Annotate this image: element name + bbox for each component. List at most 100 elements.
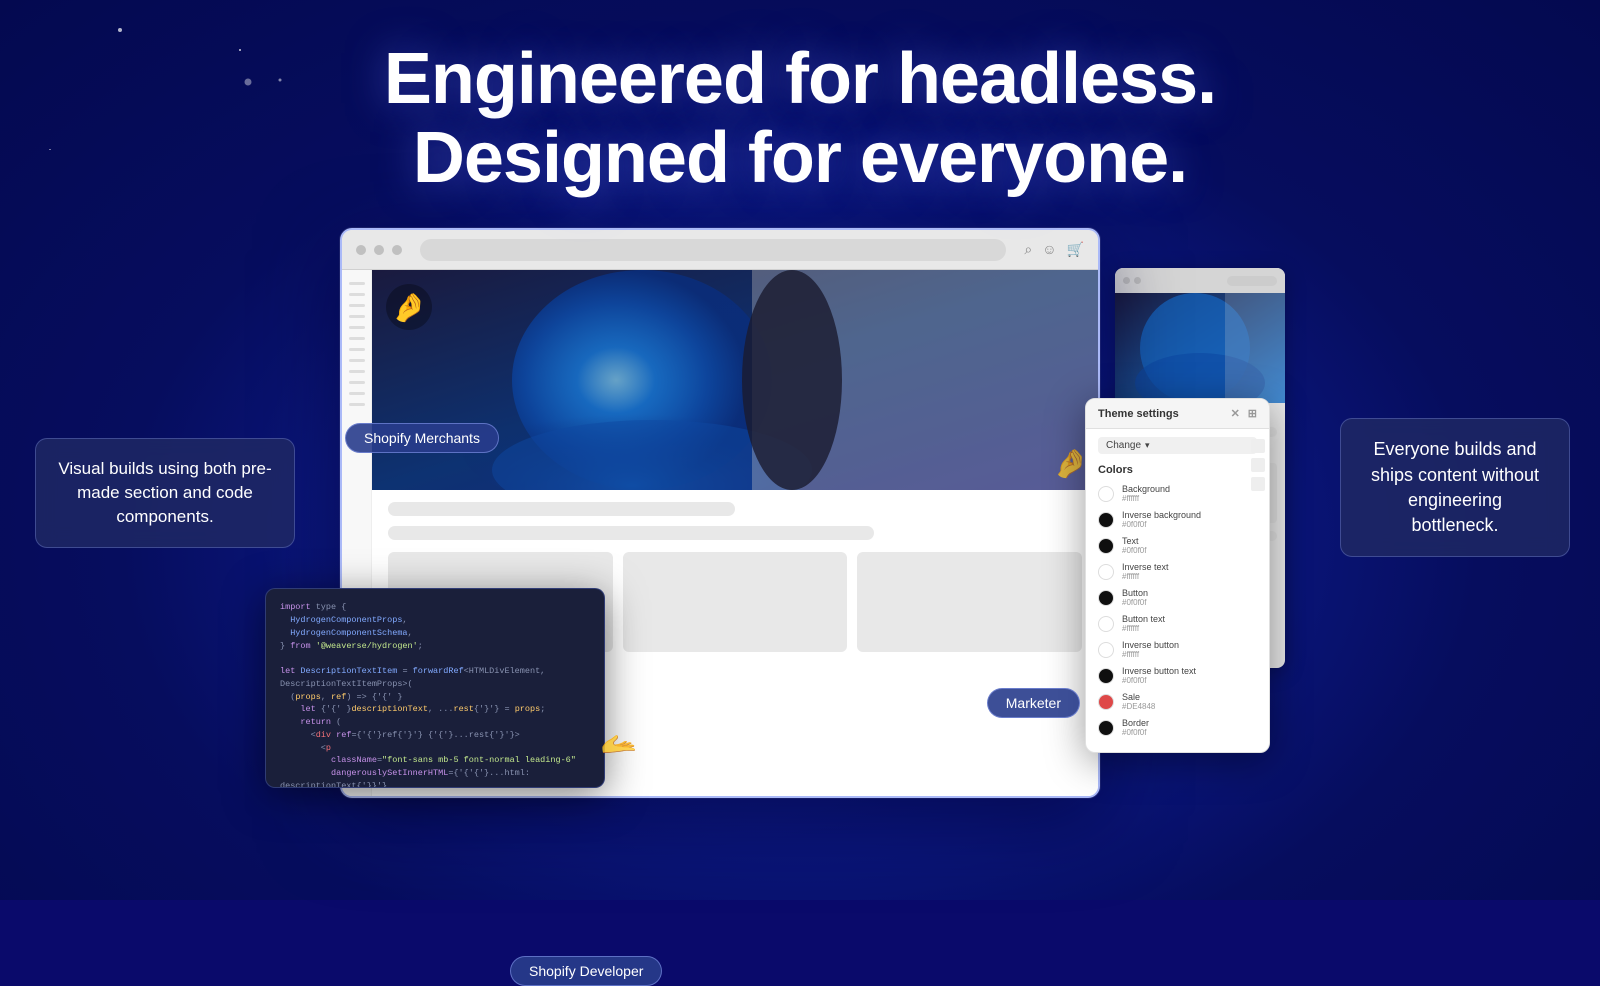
- swatch-background[interactable]: [1098, 486, 1114, 502]
- product-card-2: [623, 552, 848, 652]
- settings-icon: ☺: [1042, 241, 1056, 258]
- right-browser-bar: [1115, 268, 1285, 293]
- title-line1: Engineered for headless.: [384, 39, 1216, 119]
- color-info-button: Button #0f0f0f: [1122, 588, 1257, 607]
- color-item-button-text: Button text #ffffff: [1098, 614, 1257, 633]
- nav-line-11: [349, 392, 365, 395]
- right-thumb-hero: [1115, 293, 1285, 403]
- code-line-1: import type {: [280, 601, 590, 614]
- color-item-inverse-bg: Inverse background #0f0f0f: [1098, 510, 1257, 529]
- rb-dot-2: [1134, 277, 1141, 284]
- theme-panel-title: Theme settings: [1098, 408, 1179, 420]
- swatch-button[interactable]: [1098, 590, 1114, 606]
- browser-url-bar: [420, 239, 1006, 261]
- browser-nav-icons: ⌕ ☺ 🛒: [1024, 241, 1084, 258]
- product-card-3: [857, 552, 1082, 652]
- swatch-inverse-button-text[interactable]: [1098, 668, 1114, 684]
- color-item-inverse-button-text: Inverse button text #0f0f0f: [1098, 666, 1257, 685]
- color-info-button-text: Button text #ffffff: [1122, 614, 1257, 633]
- swatch-text[interactable]: [1098, 538, 1114, 554]
- code-line-10: <div ref={'{'}ref{'}'} {'{'}...rest{'}'}…: [280, 729, 590, 742]
- code-editor: import type { HydrogenComponentProps, Hy…: [265, 588, 605, 788]
- search-icon: ⌕: [1024, 241, 1032, 258]
- code-line-3: HydrogenComponentSchema,: [280, 627, 590, 640]
- browser-dot-2: [374, 245, 384, 255]
- theme-panel-body: Change ▾ Colors Background #ffffff Inver…: [1086, 429, 1269, 752]
- nav-line-3: [349, 304, 365, 307]
- color-info-sale: Sale #DE4848: [1122, 692, 1257, 711]
- theme-panel: Theme settings ✕ ⊞ Change ▾ Colors: [1085, 398, 1270, 753]
- color-item-sale: Sale #DE4848: [1098, 692, 1257, 711]
- nav-line-1: [349, 282, 365, 285]
- color-info-inverse-text: Inverse text #ffffff: [1122, 562, 1257, 581]
- color-info-inverse-button-text: Inverse button text #0f0f0f: [1122, 666, 1257, 685]
- shopify-developer-badge: Shopify Developer: [510, 956, 662, 986]
- color-info-inverse-bg: Inverse background #0f0f0f: [1122, 510, 1257, 529]
- panel-side-icon-2: [1251, 458, 1265, 472]
- color-item-background: Background #ffffff: [1098, 484, 1257, 503]
- panel-expand-icon: ⊞: [1248, 407, 1257, 420]
- swatch-inverse-button[interactable]: [1098, 642, 1114, 658]
- title-line2: Designed for everyone.: [413, 118, 1187, 198]
- code-line-12: className="font-sans mb-5 font-normal le…: [280, 754, 590, 767]
- swatch-sale[interactable]: [1098, 694, 1114, 710]
- nav-line-7: [349, 348, 365, 351]
- title-section: Engineered for headless. Designed for ev…: [384, 40, 1216, 198]
- color-item-button: Button #0f0f0f: [1098, 588, 1257, 607]
- code-line-6: let DescriptionTextItem = forwardRef<HTM…: [280, 665, 590, 691]
- panel-side-icon-3: [1251, 477, 1265, 491]
- theme-change-button[interactable]: Change ▾: [1098, 437, 1257, 454]
- nav-line-12: [349, 403, 365, 406]
- color-item-text: Text #0f0f0f: [1098, 536, 1257, 555]
- colors-section-label: Colors: [1098, 464, 1257, 476]
- nav-line-4: [349, 315, 365, 318]
- swatch-border[interactable]: [1098, 720, 1114, 736]
- color-item-inverse-button: Inverse button #ffffff: [1098, 640, 1257, 659]
- code-line-4: } from '@weaverse/hydrogen';: [280, 640, 590, 653]
- swatch-button-text[interactable]: [1098, 616, 1114, 632]
- code-line-5: [280, 652, 590, 665]
- info-box-right: Everyone builds and ships content withou…: [1340, 418, 1570, 557]
- color-item-inverse-text: Inverse text #ffffff: [1098, 562, 1257, 581]
- hero-image: 🤌 🤌: [372, 270, 1098, 490]
- color-info-text: Text #0f0f0f: [1122, 536, 1257, 555]
- nav-line-10: [349, 381, 365, 384]
- color-info-border: Border #0f0f0f: [1122, 718, 1257, 737]
- hero-hand-icon: 🤌: [386, 284, 432, 330]
- panel-side-icons: [1251, 439, 1265, 491]
- browser-bar: ⌕ ☺ 🛒: [342, 230, 1098, 270]
- code-content: import type { HydrogenComponentProps, Hy…: [266, 589, 604, 788]
- code-line-2: HydrogenComponentProps,: [280, 614, 590, 627]
- nav-line-2: [349, 293, 365, 296]
- color-item-border: Border #0f0f0f: [1098, 718, 1257, 737]
- info-box-left: Visual builds using both pre-made sectio…: [35, 438, 295, 547]
- shopify-merchants-badge: Shopify Merchants: [345, 423, 499, 453]
- swatch-inverse-bg[interactable]: [1098, 512, 1114, 528]
- color-info-inverse-button: Inverse button #ffffff: [1122, 640, 1257, 659]
- panel-side-icon-1: [1251, 439, 1265, 453]
- chevron-icon: ▾: [1145, 440, 1150, 451]
- nav-line-5: [349, 326, 365, 329]
- main-title: Engineered for headless. Designed for ev…: [384, 40, 1216, 198]
- code-line-9: return (: [280, 716, 590, 729]
- nav-line-6: [349, 337, 365, 340]
- hero-cursor-icon: 🤌: [1053, 447, 1088, 480]
- rb-dot-1: [1123, 277, 1130, 284]
- code-line-7: (props, ref) => {'{' }: [280, 691, 590, 704]
- theme-panel-header: Theme settings ✕ ⊞: [1086, 399, 1269, 429]
- bottom-cursor-icon: 🫴: [600, 727, 637, 762]
- rb-url: [1227, 276, 1277, 286]
- browser-dot-1: [356, 245, 366, 255]
- content-area: Visual builds using both pre-made sectio…: [0, 218, 1600, 900]
- skeleton-line-1: [388, 502, 735, 516]
- cart-icon: 🛒: [1067, 241, 1084, 258]
- color-info-background: Background #ffffff: [1122, 484, 1257, 503]
- marketer-badge: Marketer: [987, 688, 1080, 718]
- nav-line-9: [349, 370, 365, 373]
- nav-line-8: [349, 359, 365, 362]
- page: Engineered for headless. Designed for ev…: [0, 0, 1600, 900]
- skeleton-line-2: [388, 526, 874, 540]
- swatch-inverse-text[interactable]: [1098, 564, 1114, 580]
- browser-dot-3: [392, 245, 402, 255]
- panel-close-icon: ✕: [1231, 407, 1240, 420]
